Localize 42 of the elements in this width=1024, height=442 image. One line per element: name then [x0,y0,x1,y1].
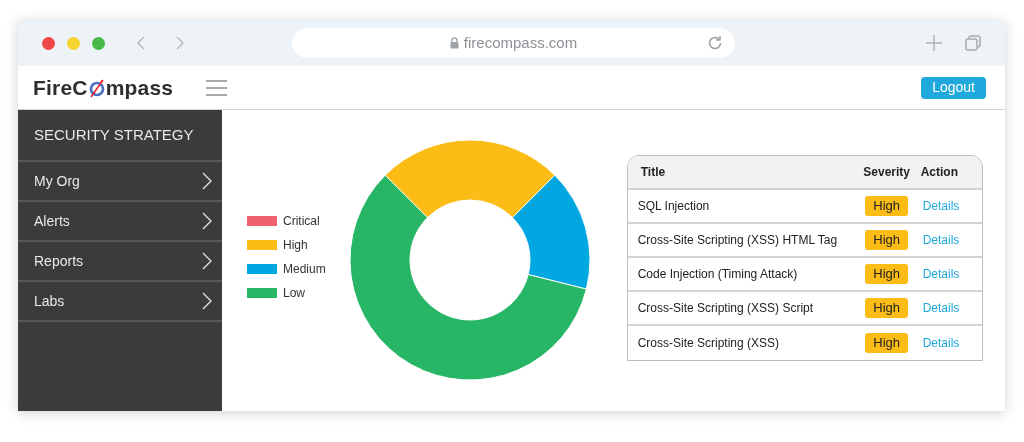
table-cell-text: SQL Injection [636,198,711,215]
details-link[interactable]: Details [916,334,960,352]
plus-icon[interactable] [926,35,942,51]
details-link[interactable]: Details [916,197,960,215]
chevron-right-icon [202,212,212,230]
severity-badge: High [865,196,909,216]
chevron-right-icon [202,292,212,310]
severity-badge: High [865,298,909,318]
sidebar-item[interactable]: Labs [18,282,222,322]
logout-button[interactable]: Logout [921,76,986,99]
severity-badge: High [865,230,909,250]
details-link[interactable]: Details [916,299,960,317]
legend-label: High [283,236,308,254]
details-link[interactable]: Details [916,265,960,283]
column-header: Title [639,164,667,181]
legend-label: Critical [283,212,320,230]
table-cell-text: Cross-Site Scripting (XSS) [636,335,781,352]
sidebar-item[interactable]: Alerts [18,202,222,242]
table-cell-text: Code Injection (Timing Attack) [636,266,799,283]
column-header: Severity [862,164,912,181]
address-bar[interactable]: firecompass.com [292,28,735,58]
chevron-right-icon [202,172,212,190]
details-link[interactable]: Details [916,231,960,249]
sidebar-title: SECURITY STRATEGY [34,124,194,145]
chevron-right-icon [202,252,212,270]
sidebar-item[interactable]: My Org [18,162,222,202]
table-cell-text: Cross-Site Scripting (XSS) HTML Tag [636,232,839,249]
table-cell-text: Cross-Site Scripting (XSS) Script [636,300,815,317]
logo: FireC mpass [33,74,174,101]
menu-icon[interactable] [206,79,228,96]
severity-badge: High [865,264,909,284]
reload-icon[interactable] [707,35,723,51]
url-text: firecompass.com [463,32,578,53]
lock-icon [449,37,459,49]
sidebar-item[interactable]: Reports [18,242,222,282]
tabs-icon[interactable] [965,35,981,51]
column-header: Action [919,164,959,181]
severity-badge: High [865,333,909,353]
forward-icon[interactable] [176,36,184,50]
legend-label: Medium [283,260,326,278]
back-icon[interactable] [137,36,145,50]
legend-label: Low [283,284,305,302]
